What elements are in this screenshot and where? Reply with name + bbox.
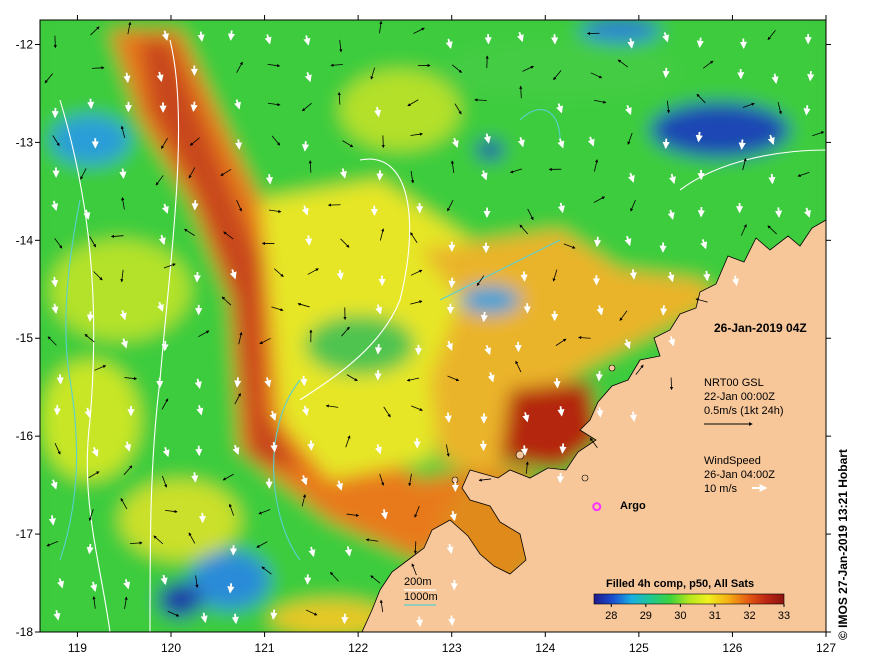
- x-tick-label: 120: [161, 641, 181, 655]
- wind-arrow: [629, 411, 637, 423]
- y-tick-label: -17: [16, 527, 34, 541]
- x-tick-label: 127: [816, 641, 836, 655]
- wind-arrow: [190, 101, 198, 113]
- y-tick-label: -15: [16, 331, 34, 345]
- wind-arrow: [803, 105, 811, 116]
- wind-arrow: [374, 344, 383, 355]
- wind-arrow: [227, 30, 235, 41]
- y-tick-label: -18: [16, 625, 34, 639]
- wind-arrow: [191, 472, 199, 483]
- colorbar-gradient: [593, 593, 785, 605]
- wind-arrow: [768, 173, 776, 185]
- wind-arrow: [662, 138, 670, 150]
- date-label: 26-Jan-2019 04Z: [714, 321, 807, 335]
- wind-arrow: [305, 235, 313, 246]
- wind-arrow: [695, 131, 703, 143]
- wind-legend-line3: 10 m/s: [704, 483, 738, 495]
- wind-arrow: [265, 174, 274, 185]
- wind-legend-line2: 26-Jan 04:00Z: [704, 469, 775, 481]
- wind-arrow: [270, 609, 278, 621]
- wind-arrow: [227, 583, 235, 594]
- current-legend-line1: NRT00 GSL: [704, 377, 764, 389]
- wind-arrow: [123, 72, 131, 84]
- colorbar-title: Filled 4h comp, p50, All Sats: [606, 578, 754, 590]
- colorbar-tick-label: 30: [674, 610, 686, 622]
- wind-arrow: [231, 613, 239, 625]
- current-arrow: [669, 377, 674, 391]
- wind-arrow: [480, 311, 488, 323]
- wind-arrow: [520, 271, 528, 282]
- wind-arrow: [235, 139, 243, 150]
- wind-arrow: [448, 615, 456, 626]
- map-plot-area: [40, 20, 826, 632]
- x-tick-label: 125: [629, 641, 649, 655]
- current-legend-line2: 22-Jan 00:00Z: [704, 391, 775, 403]
- wind-arrow: [595, 370, 603, 382]
- x-tick-label: 124: [535, 641, 555, 655]
- wind-arrow: [270, 442, 278, 453]
- wind-arrow: [51, 276, 59, 288]
- wind-arrow: [660, 305, 668, 316]
- wind-arrow: [191, 200, 199, 211]
- wind-arrow: [557, 406, 565, 417]
- x-tick-label: 126: [722, 641, 742, 655]
- wind-arrow: [448, 277, 456, 289]
- wind-arrow: [559, 443, 567, 454]
- wind-arrow: [593, 236, 602, 248]
- wind-arrow: [629, 269, 637, 280]
- wind-arrow: [300, 375, 308, 387]
- y-tick-label: -13: [16, 135, 34, 149]
- wind-arrow: [193, 271, 201, 283]
- wind-arrow: [56, 374, 64, 385]
- depth-legend-1000m: 1000m: [404, 591, 438, 603]
- wind-legend-line1: WindSpeed: [704, 455, 761, 467]
- wind-arrow: [86, 543, 94, 555]
- wind-arrow: [556, 473, 565, 484]
- wind-arrow: [234, 377, 242, 388]
- wind-arrow: [119, 168, 127, 179]
- wind-arrow: [161, 340, 169, 352]
- x-tick-label: 123: [442, 641, 462, 655]
- wind-arrow: [195, 445, 203, 457]
- wind-arrow: [774, 207, 783, 218]
- colorbar-tick-label: 32: [743, 610, 755, 622]
- x-tick-label: 121: [255, 641, 275, 655]
- colorbar-tick-label: 29: [640, 610, 652, 622]
- wind-arrow: [738, 139, 746, 150]
- wind-arrow: [520, 445, 529, 456]
- current-legend-line3: 0.5m/s (1kt 24h): [704, 405, 783, 417]
- colorbar-tick-label: 31: [709, 610, 721, 622]
- argo-label: Argo: [620, 500, 646, 512]
- y-tick-label: -16: [16, 429, 34, 443]
- y-tick-label: -14: [16, 233, 34, 247]
- wind-arrow: [596, 407, 604, 418]
- x-tick-label: 122: [348, 641, 368, 655]
- wind-arrow: [703, 270, 711, 282]
- wind-arrow: [376, 170, 384, 181]
- wind-arrow: [553, 377, 561, 389]
- colorbar-tick-label: 33: [778, 610, 790, 622]
- wind-arrow: [87, 98, 95, 110]
- x-tick-label: 119: [68, 641, 87, 655]
- wind-arrow: [86, 311, 94, 322]
- wind-arrow: [415, 616, 424, 628]
- y-tick-label: -12: [16, 37, 34, 51]
- wind-arrow: [807, 70, 815, 82]
- wind-arrow: [197, 31, 205, 42]
- sst-map-figure: 119 120 121 122 123 124 125 126 127 -12 -13 -14 -15…: [16, 15, 836, 655]
- wind-arrow: [696, 37, 704, 49]
- depth-legend-200m: 200m: [404, 576, 432, 588]
- wind-arrow: [341, 613, 349, 625]
- wind-arrow: [301, 141, 310, 152]
- wind-arrow: [662, 67, 670, 79]
- credit-line: © IMOS 27-Jan-2019 13:21 Hobart: [836, 449, 850, 640]
- wind-arrow: [444, 412, 452, 423]
- colorbar-tick-label: 28: [605, 610, 617, 622]
